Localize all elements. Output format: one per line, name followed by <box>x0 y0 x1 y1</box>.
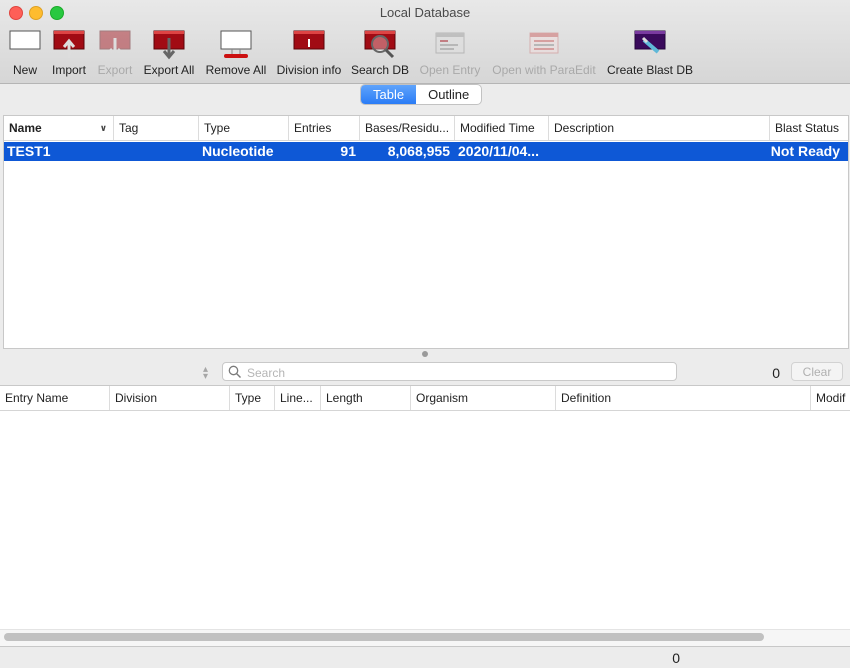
app-window: Local Database New Import Export Export … <box>0 0 850 668</box>
division-info-button[interactable]: Division info <box>272 28 346 80</box>
cell-modified: 2020/11/04... <box>458 143 539 159</box>
cell-type: Nucleotide <box>202 143 274 159</box>
window-title: Local Database <box>379 5 471 20</box>
col-division[interactable]: Division <box>110 386 230 410</box>
create-blast-db-label: Create Blast DB <box>606 63 694 77</box>
import-button[interactable]: Import <box>48 28 90 80</box>
search-db-icon <box>364 30 396 59</box>
col-type[interactable]: Type <box>199 116 289 140</box>
cell-name: TEST1 <box>7 143 51 159</box>
cell-blast-status: Not Ready <box>770 143 840 159</box>
remove-all-icon <box>220 30 252 58</box>
cell-bases: 8,068,955 <box>387 143 450 159</box>
entry-table-header: Entry Name Division Type Line... Length … <box>0 386 850 411</box>
export-all-icon <box>153 30 185 60</box>
new-button[interactable]: New <box>5 28 45 80</box>
col-entry-name[interactable]: Entry Name <box>0 386 110 410</box>
open-paraedit-button[interactable]: Open with ParaEdit <box>488 28 600 80</box>
remove-all-label: Remove All <box>205 63 267 77</box>
title-toolbar: Local Database New Import Export Export … <box>0 0 850 84</box>
database-table-header: Name ∨ Tag Type Entries Bases/Residu... … <box>4 116 848 141</box>
search-db-label: Search DB <box>350 63 410 77</box>
create-blast-db-icon <box>634 30 666 54</box>
col-bases[interactable]: Bases/Residu... <box>360 116 455 140</box>
open-entry-button[interactable]: Open Entry <box>416 28 484 80</box>
col-name-label: Name <box>9 121 42 135</box>
search-input[interactable] <box>245 364 669 381</box>
new-db-icon <box>9 30 41 50</box>
status-count: 0 <box>672 650 680 666</box>
export-all-button[interactable]: Export All <box>140 28 198 80</box>
col-organism[interactable]: Organism <box>411 386 556 410</box>
tab-table[interactable]: Table <box>361 85 417 104</box>
import-icon <box>53 30 85 58</box>
create-blast-db-button[interactable]: Create Blast DB <box>604 28 696 80</box>
col-line[interactable]: Line... <box>275 386 321 410</box>
horizontal-scrollbar-thumb[interactable] <box>4 633 764 641</box>
cell-entries: 91 <box>340 143 356 159</box>
export-icon <box>99 30 131 58</box>
division-info-label: Division info <box>276 63 342 77</box>
col-entries[interactable]: Entries <box>289 116 360 140</box>
col-definition[interactable]: Definition <box>556 386 811 410</box>
col-entry-type[interactable]: Type <box>230 386 275 410</box>
search-db-button[interactable]: Search DB <box>349 28 411 80</box>
col-blast-status[interactable]: Blast Status <box>770 116 848 140</box>
search-icon <box>228 365 241 378</box>
entry-table: Entry Name Division Type Line... Length … <box>0 385 850 647</box>
col-modified[interactable]: Modified Time <box>455 116 549 140</box>
remove-all-button[interactable]: Remove All <box>203 28 269 80</box>
open-paraedit-label: Open with ParaEdit <box>492 63 596 77</box>
match-count: 0 <box>772 365 780 381</box>
search-field <box>222 362 677 381</box>
export-button[interactable]: Export <box>94 28 136 80</box>
chevron-down-icon: ∨ <box>99 123 107 133</box>
col-tag[interactable]: Tag <box>114 116 199 140</box>
export-label: Export <box>97 63 133 77</box>
open-entry-icon <box>435 32 465 54</box>
col-name[interactable]: Name ∨ <box>4 116 114 140</box>
col-modif[interactable]: Modif <box>811 386 850 410</box>
import-label: Import <box>51 63 86 77</box>
clear-button[interactable]: Clear <box>791 362 843 381</box>
export-all-label: Export All <box>143 63 195 77</box>
table-row[interactable]: TEST1 Nucleotide 91 8,068,955 2020/11/04… <box>4 142 848 161</box>
col-description[interactable]: Description <box>549 116 770 140</box>
new-label: New <box>12 63 37 77</box>
open-entry-label: Open Entry <box>419 63 481 77</box>
search-field-stepper-icon[interactable]: ▴ ▾ <box>203 365 208 382</box>
col-length[interactable]: Length <box>321 386 411 410</box>
division-info-icon <box>293 30 325 50</box>
paraedit-icon <box>529 32 559 54</box>
database-table: Name ∨ Tag Type Entries Bases/Residu... … <box>3 115 849 349</box>
split-view-handle[interactable] <box>422 351 428 357</box>
tab-outline[interactable]: Outline <box>416 85 481 104</box>
view-toggle: Table Outline <box>360 84 483 105</box>
